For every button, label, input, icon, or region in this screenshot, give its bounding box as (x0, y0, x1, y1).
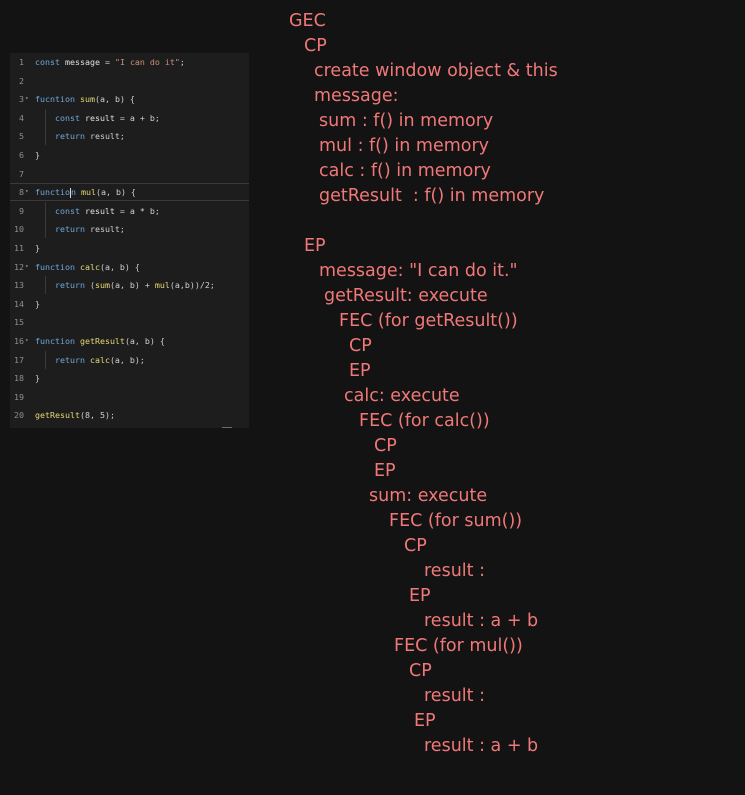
note-line: FEC (for calc()) (359, 411, 490, 431)
note-line: create window object & this (314, 61, 558, 81)
note-line: mul : f() in memory (319, 136, 490, 156)
note-line: EP (304, 236, 326, 256)
note-line: message: (314, 86, 399, 106)
note-line: getResult : f() in memory (319, 186, 545, 206)
note-line: result : (424, 686, 485, 706)
note-line: FEC (for getResult()) (339, 311, 518, 331)
note-line: result : a + b (424, 736, 539, 756)
execution-context-notes: GEC CP create window object & this message:… (0, 0, 745, 795)
note-line: GEC (289, 11, 326, 31)
note-line: sum : f() in memory (319, 111, 494, 131)
note-line: FEC (for sum()) (389, 511, 523, 531)
note-line: result : (424, 561, 485, 581)
note-line: FEC (for mul()) (394, 636, 523, 656)
note-line: CP (304, 36, 327, 56)
note-line: EP (409, 586, 431, 606)
note-line: getResult: execute (324, 286, 488, 306)
note-line: CP (374, 436, 397, 456)
note-line: EP (349, 361, 371, 381)
note-line: EP (374, 461, 396, 481)
note-line: message: "I can do it." (319, 261, 518, 281)
note-line: CP (409, 661, 432, 681)
note-line: EP (414, 711, 436, 731)
note-line: calc : f() in memory (319, 161, 491, 181)
note-line: result : a + b (424, 611, 539, 631)
note-line: sum: execute (369, 486, 488, 506)
note-line: CP (404, 536, 427, 556)
note-line: calc: execute (344, 386, 460, 406)
note-line: CP (349, 336, 372, 356)
